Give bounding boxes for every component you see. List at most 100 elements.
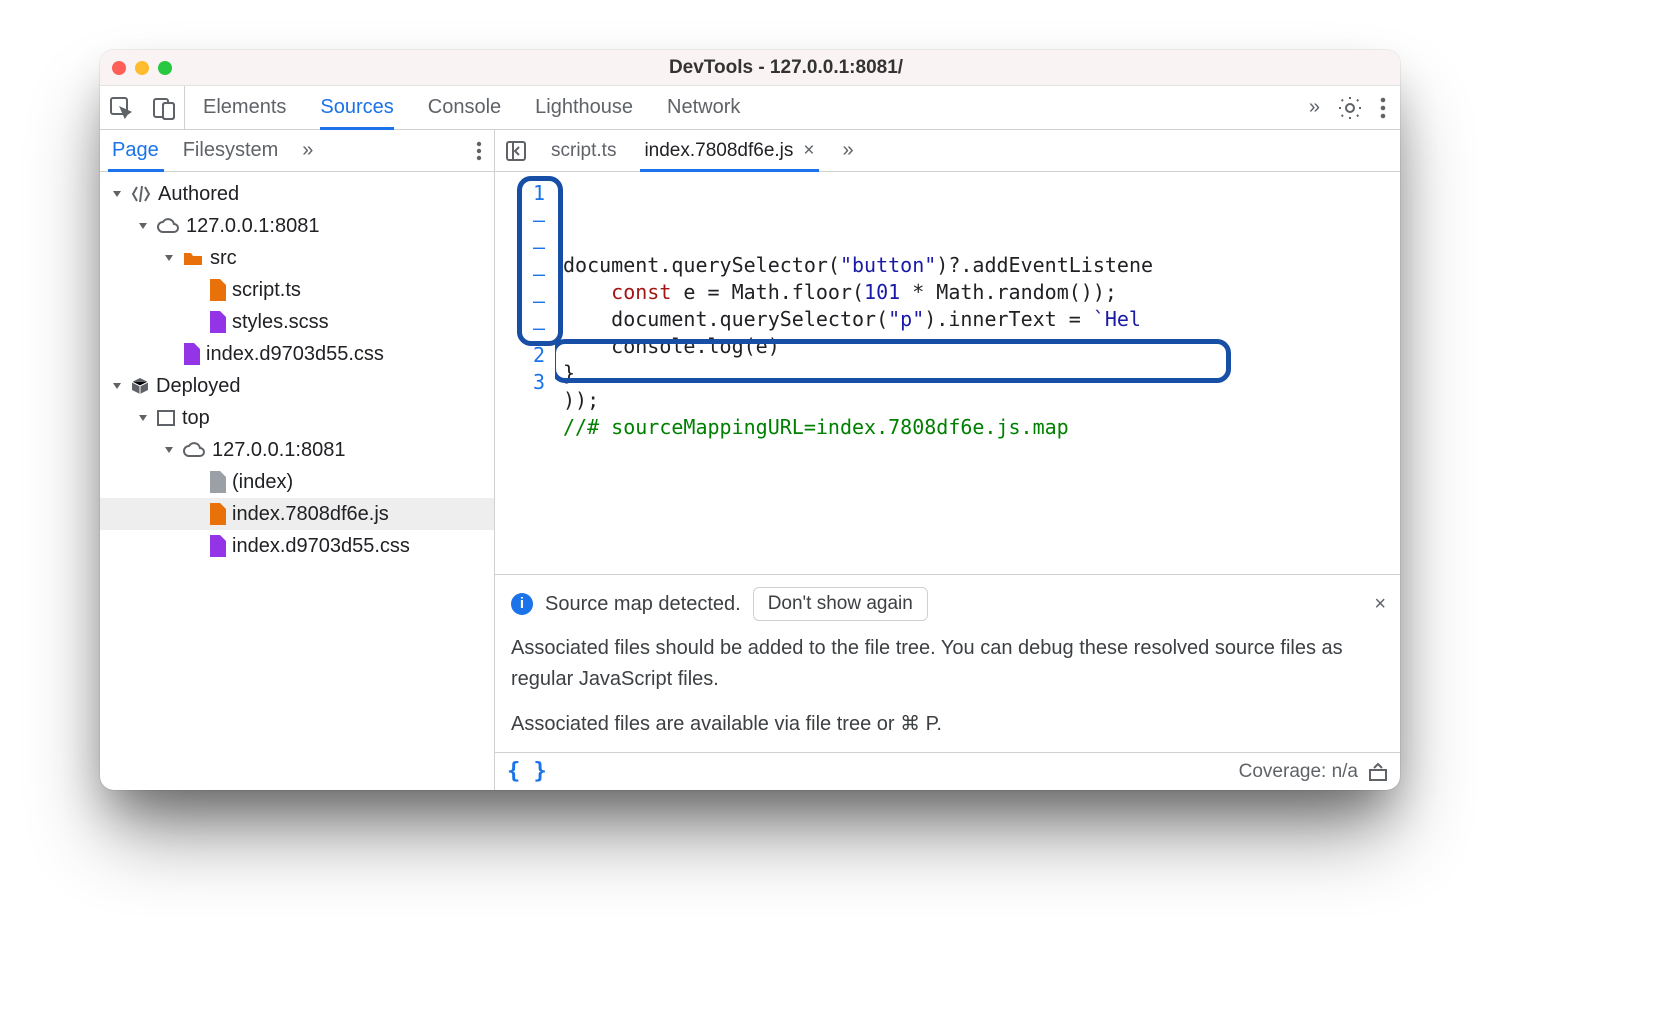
- gutter-line[interactable]: 2: [515, 342, 545, 369]
- tree-item[interactable]: index.d9703d55.css: [100, 338, 494, 370]
- info-icon: i: [511, 593, 533, 615]
- tree-item[interactable]: script.ts: [100, 274, 494, 306]
- devtools-window: DevTools - 127.0.0.1:8081/ Elements Sourc…: [100, 50, 1400, 790]
- css-icon: [182, 343, 200, 365]
- tree-item-label: 127.0.0.1:8081: [212, 439, 345, 462]
- tree-item-label: top: [182, 407, 210, 430]
- code-line[interactable]: console.log(e): [563, 333, 1400, 360]
- filetab[interactable]: index.7808df6e.js ×: [644, 130, 814, 171]
- filetab-label: script.ts: [551, 140, 616, 162]
- tree-item-label: (index): [232, 471, 293, 494]
- tree-item[interactable]: index.d9703d55.css: [100, 530, 494, 562]
- cloud-icon: [156, 217, 180, 235]
- inspect-icon[interactable]: [108, 95, 134, 121]
- source-map-info: i Source map detected. Don't show again …: [495, 574, 1400, 752]
- code-icon: [130, 185, 152, 203]
- tree-item[interactable]: 127.0.0.1:8081: [100, 434, 494, 466]
- main-toolbar: ElementsSourcesConsoleLighthouseNetwork …: [100, 86, 1400, 130]
- navigator-sidebar: Page Filesystem » Authored 127.0.0.1:8081…: [100, 130, 495, 790]
- close-info-icon[interactable]: ×: [1374, 589, 1386, 620]
- tree-item-label: script.ts: [232, 279, 301, 302]
- tab-sources[interactable]: Sources: [320, 86, 393, 129]
- code-line[interactable]: //# sourceMappingURL=index.7808df6e.js.m…: [563, 414, 1400, 441]
- gutter-line[interactable]: –: [515, 315, 545, 342]
- disclosure-triangle-icon[interactable]: [139, 223, 147, 229]
- tree-item-label: index.d9703d55.css: [206, 343, 384, 366]
- tree-item-label: Deployed: [156, 375, 241, 398]
- code-line[interactable]: [563, 441, 1400, 468]
- disclosure-triangle-icon[interactable]: [113, 383, 121, 389]
- code-line[interactable]: }: [563, 360, 1400, 387]
- tree-item-label: src: [210, 247, 237, 270]
- device-toolbar-icon[interactable]: [152, 96, 176, 120]
- disclosure-triangle-icon[interactable]: [165, 255, 173, 261]
- gutter-line[interactable]: –: [515, 261, 545, 288]
- tree-item[interactable]: top: [100, 402, 494, 434]
- js-icon: [208, 279, 226, 301]
- tab-network[interactable]: Network: [667, 86, 740, 129]
- folder-icon: [182, 249, 204, 267]
- zoom-window-button[interactable]: [158, 61, 172, 75]
- cube-icon: [130, 376, 150, 396]
- gutter-line[interactable]: 1: [515, 180, 545, 207]
- disclosure-triangle-icon[interactable]: [139, 415, 147, 421]
- code-line[interactable]: document.querySelector("button")?.addEve…: [563, 252, 1400, 279]
- css-icon: [208, 311, 226, 333]
- info-body-1: Associated files should be added to the …: [511, 633, 1384, 695]
- sidebar-kebab-icon[interactable]: [476, 141, 482, 161]
- titlebar: DevTools - 127.0.0.1:8081/: [100, 50, 1400, 86]
- tree-item[interactable]: index.7808df6e.js: [100, 498, 494, 530]
- more-filetabs-icon[interactable]: »: [843, 139, 854, 162]
- more-tabs-icon[interactable]: »: [1309, 96, 1320, 119]
- sidebar-tab-filesystem[interactable]: Filesystem: [171, 130, 291, 171]
- sidebar-more-tabs-icon[interactable]: »: [290, 130, 325, 171]
- tab-elements[interactable]: Elements: [203, 86, 286, 129]
- close-tab-icon[interactable]: ×: [803, 140, 814, 162]
- info-body-2: Associated files are available via file …: [511, 709, 1384, 740]
- tree-item-label: styles.scss: [232, 311, 329, 334]
- gutter-line[interactable]: –: [515, 288, 545, 315]
- sidebar-tab-page[interactable]: Page: [100, 130, 171, 171]
- tab-console[interactable]: Console: [428, 86, 501, 129]
- pretty-print-icon[interactable]: { }: [507, 759, 547, 784]
- window-controls: [112, 61, 172, 75]
- tree-item[interactable]: Authored: [100, 178, 494, 210]
- tree-item-label: 127.0.0.1:8081: [186, 215, 319, 238]
- gutter-line[interactable]: –: [515, 234, 545, 261]
- close-window-button[interactable]: [112, 61, 126, 75]
- tree-item[interactable]: (index): [100, 466, 494, 498]
- tree-item-label: index.7808df6e.js: [232, 503, 389, 526]
- info-title: Source map detected.: [545, 589, 741, 620]
- tree-item-label: index.d9703d55.css: [232, 535, 410, 558]
- cloud-icon: [182, 441, 206, 459]
- code-line[interactable]: document.querySelector("p").innerText = …: [563, 306, 1400, 333]
- tree-item[interactable]: 127.0.0.1:8081: [100, 210, 494, 242]
- gutter-line[interactable]: 3: [515, 369, 545, 396]
- settings-icon[interactable]: [1338, 96, 1362, 120]
- code-view[interactable]: document.querySelector("button")?.addEve…: [555, 172, 1400, 574]
- drawer-toggle-icon[interactable]: [1368, 762, 1388, 782]
- tree-item[interactable]: Deployed: [100, 370, 494, 402]
- tree-item[interactable]: src: [100, 242, 494, 274]
- disclosure-triangle-icon[interactable]: [113, 191, 121, 197]
- editor-area: script.tsindex.7808df6e.js× » 1–––––23 d…: [495, 130, 1400, 790]
- line-gutter[interactable]: 1–––––23: [495, 172, 555, 574]
- code-line[interactable]: const e = Math.floor(101 * Math.random()…: [563, 279, 1400, 306]
- css-icon: [208, 535, 226, 557]
- tab-lighthouse[interactable]: Lighthouse: [535, 86, 633, 129]
- disclosure-triangle-icon[interactable]: [165, 447, 173, 453]
- frame-icon: [156, 409, 176, 427]
- js-icon: [208, 503, 226, 525]
- filetab[interactable]: script.ts: [551, 130, 616, 171]
- minimize-window-button[interactable]: [135, 61, 149, 75]
- filetab-label: index.7808df6e.js: [644, 140, 793, 162]
- gutter-line[interactable]: –: [515, 207, 545, 234]
- tree-item-label: Authored: [158, 183, 239, 206]
- code-line[interactable]: ));: [563, 387, 1400, 414]
- kebab-menu-icon[interactable]: [1380, 97, 1386, 119]
- window-title: DevTools - 127.0.0.1:8081/: [184, 57, 1388, 79]
- toggle-navigator-icon[interactable]: [505, 140, 527, 162]
- doc-icon: [208, 471, 226, 493]
- tree-item[interactable]: styles.scss: [100, 306, 494, 338]
- dont-show-again-button[interactable]: Don't show again: [753, 587, 928, 621]
